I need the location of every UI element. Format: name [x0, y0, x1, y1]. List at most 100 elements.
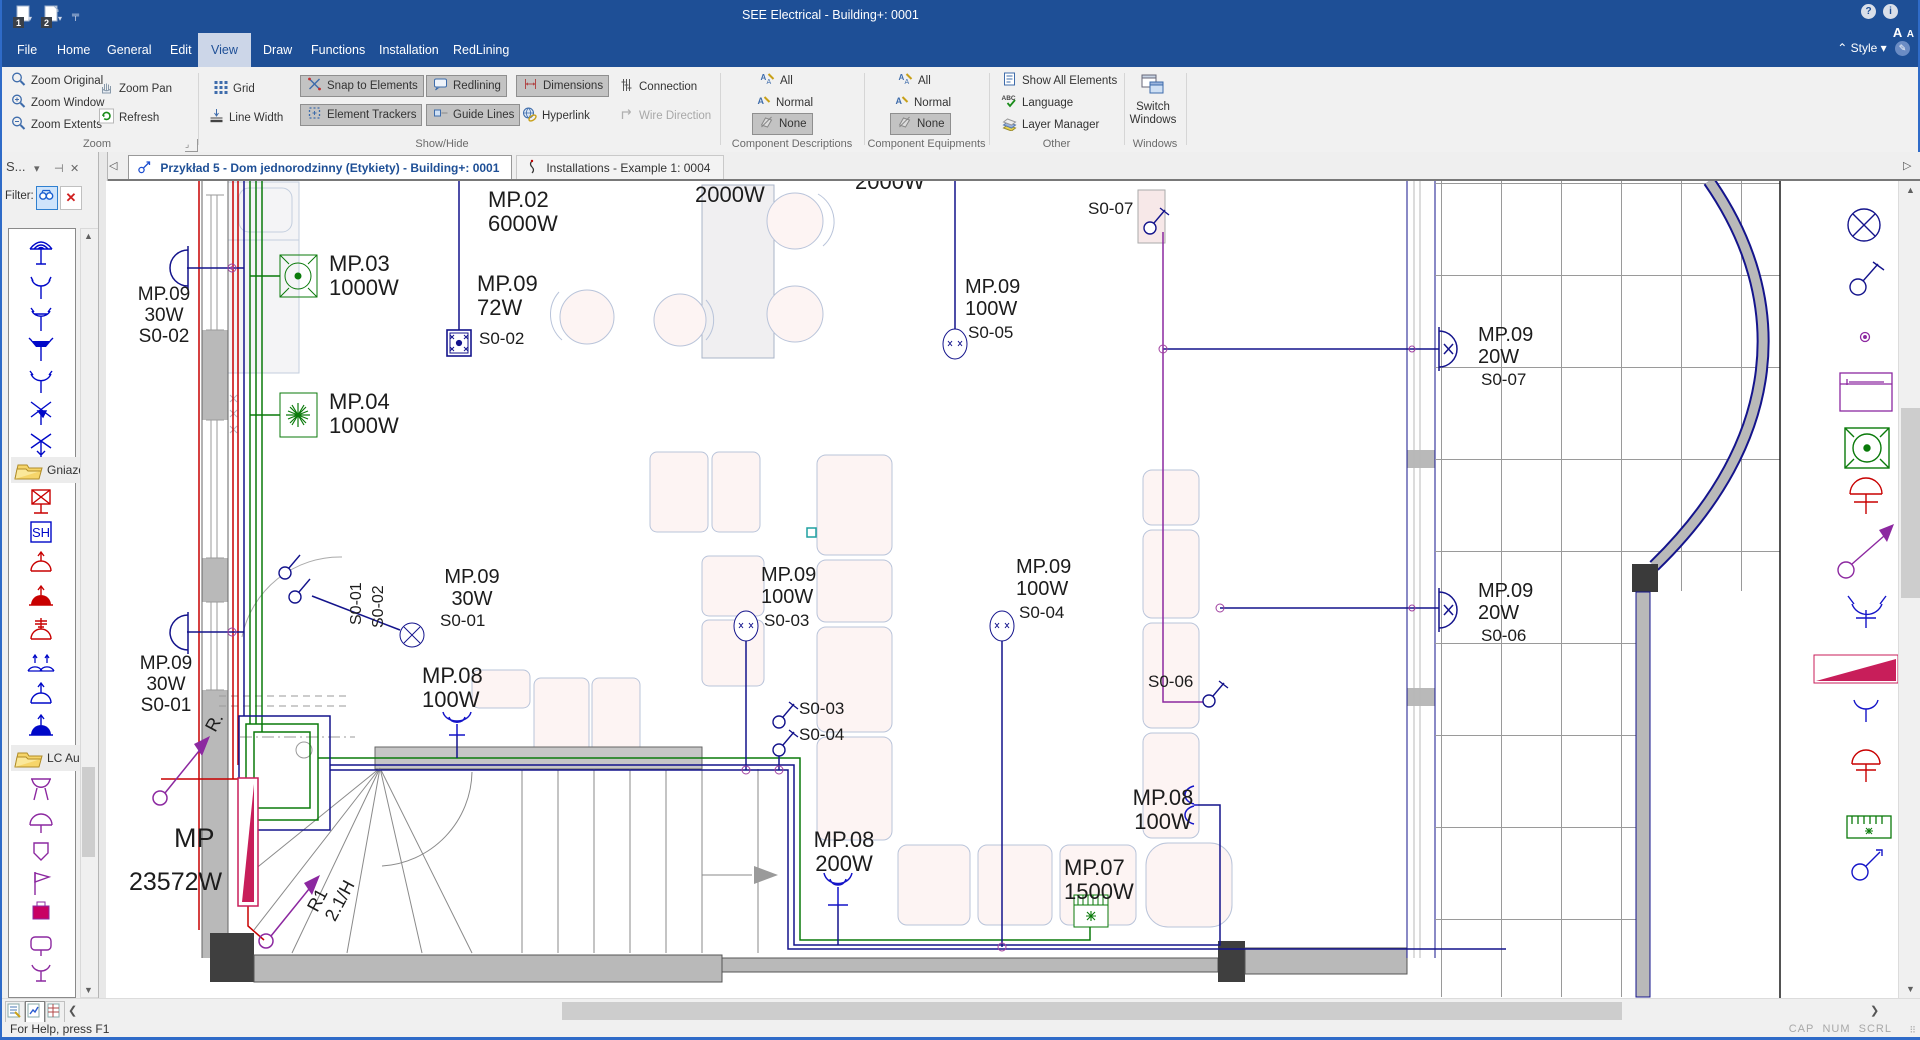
grid-button[interactable]: Grid [212, 79, 255, 99]
view-tab-3[interactable] [45, 1001, 65, 1023]
zoom-extents-button[interactable]: Zoom Extents [10, 115, 102, 135]
ribbon-style-control[interactable]: ⌃ Style ▾ ✎ [1837, 41, 1910, 56]
switch-windows-button[interactable] [1140, 73, 1166, 99]
legend-strip [1814, 209, 1898, 880]
qat-open-caret-icon[interactable]: ▾ [58, 14, 62, 23]
scroll-right-icon[interactable]: ❯ [1870, 1004, 1879, 1017]
drawing-canvas[interactable]: MP.02 6000W2000W2000WMP.03 1000WMP.09 72… [106, 181, 1898, 998]
help-icon[interactable]: ? [1861, 4, 1876, 19]
palette-symbol-socket-blue[interactable] [23, 679, 59, 709]
scroll-down-icon[interactable]: ▼ [1903, 984, 1918, 994]
comp-desc-none-button[interactable]: None [752, 113, 813, 135]
zoom-original-button[interactable]: Zoom Original [10, 71, 103, 91]
palette-symbol-socket-blue-filled[interactable] [23, 711, 59, 741]
font-badge-large[interactable]: A [1893, 25, 1902, 40]
scroll-up-icon[interactable]: ▲ [1903, 185, 1918, 195]
view-tab-2[interactable] [25, 1001, 45, 1023]
palette-symbol-lamp-filled[interactable] [23, 333, 59, 363]
font-size-badges[interactable]: A A [1893, 24, 1914, 42]
zoom-window-label: Zoom Window [31, 97, 105, 109]
list-scroll-down-icon[interactable]: ▼ [81, 985, 96, 995]
switch-windows-label[interactable]: Switch Windows [1122, 101, 1184, 127]
redlining-icon [432, 76, 449, 92]
palette-symbol-socket-double-blue[interactable] [23, 647, 59, 677]
layer-manager-button[interactable]: Layer Manager [1001, 115, 1099, 135]
show-all-elements-button[interactable]: Show All Elements [1001, 71, 1117, 91]
palette-symbol-lamp-u[interactable] [23, 271, 59, 301]
zoom-window-button[interactable]: Zoom Window [10, 93, 105, 113]
wall-lamps-left [170, 246, 188, 654]
panel-close-icon[interactable]: ✕ [70, 162, 79, 175]
panel-pin-icon[interactable]: ⊣ [54, 162, 64, 175]
menu-installation[interactable]: Installation [366, 33, 452, 67]
svg-text:A: A [767, 79, 772, 86]
palette-symbol-lamp-violet[interactable] [23, 959, 59, 989]
info-icon[interactable]: i [1883, 4, 1898, 19]
snap-to-elements-button[interactable]: Snap to Elements [300, 75, 424, 97]
palette-symbol-cup-violet[interactable] [23, 775, 59, 805]
layer-manager-icon [1001, 115, 1018, 131]
horizontal-scroll-thumb[interactable] [562, 1002, 1622, 1020]
guide-lines-button[interactable]: Guide Lines [426, 104, 520, 126]
zoom-pan-button[interactable]: Zoom Pan [98, 79, 172, 99]
filter-clear-button[interactable]: ✕ [60, 186, 82, 210]
scroll-left-icon[interactable]: ❮ [68, 1004, 77, 1017]
comp-equip-all-button[interactable]: AAAll [897, 71, 931, 91]
refresh-button[interactable]: Refresh [98, 108, 159, 128]
menu-draw[interactable]: Draw [250, 33, 305, 67]
menu-view[interactable]: View [198, 33, 251, 67]
doc-tab-installations[interactable]: Installations - Example 1: 0004 [516, 155, 724, 180]
filter-find-button[interactable] [36, 186, 58, 210]
palette-symbol-roundrect-violet[interactable] [23, 929, 59, 959]
resize-grip-icon[interactable]: ⠿ [1909, 1025, 1916, 1036]
panel-dropdown-icon[interactable]: ▾ [34, 162, 40, 175]
language-button[interactable]: ABCLanguage [1001, 93, 1073, 113]
hyperlink-button[interactable]: Hyperlink [521, 106, 590, 126]
palette-symbol-socket-red[interactable] [23, 549, 59, 579]
comp-equip-none-icon [896, 114, 913, 130]
list-scroll-up-icon[interactable]: ▲ [81, 231, 96, 241]
palette-symbol-lamp-x[interactable] [23, 429, 59, 459]
menu-redlining[interactable]: RedLining [440, 33, 522, 67]
palette-symbol-chandelier[interactable] [23, 237, 59, 267]
qat-new-caret-icon[interactable]: ▾ [28, 14, 32, 23]
comp-desc-all-button[interactable]: AAAll [759, 71, 793, 91]
vertical-scrollbar[interactable]: ▲ ▼ [1898, 181, 1920, 998]
list-scroll-thumb[interactable] [82, 767, 95, 857]
palette-symbol-lamp-wide[interactable] [23, 365, 59, 395]
palette-symbol-pennant-violet[interactable] [23, 839, 59, 869]
green-wires [246, 181, 1090, 940]
palette-symbol-socket-cooker[interactable] [23, 615, 59, 645]
palette-symbol-lamp-x-filled[interactable] [23, 397, 59, 427]
layer-manager-label: Layer Manager [1022, 119, 1099, 131]
view-tab-1[interactable] [5, 1001, 25, 1023]
line-width-button[interactable]: Line Width [208, 108, 283, 128]
qat-customize-icon[interactable]: ╤ [72, 10, 79, 21]
dimensions-button[interactable]: Dimensions [516, 75, 609, 97]
doc-tab-building[interactable]: Przykład 5 - Dom jednorodzinny (Etykiety… [128, 155, 512, 180]
comp-equip-none-button[interactable]: None [890, 113, 951, 135]
palette-symbol-dome-violet[interactable] [23, 807, 59, 837]
zoom-original-label: Zoom Original [31, 75, 103, 87]
palette-symbol-lamp-bar[interactable] [23, 303, 59, 333]
menu-general[interactable]: General [94, 33, 164, 67]
symbol-list-scrollbar[interactable]: ▲ ▼ [80, 228, 99, 998]
vertical-scroll-thumb[interactable] [1901, 408, 1920, 598]
element-trackers-button[interactable]: Element Trackers [300, 104, 422, 126]
palette-symbol-sh-box[interactable]: SH [23, 519, 59, 549]
palette-symbol-flag-violet[interactable] [23, 869, 59, 899]
comp-equip-normal-button[interactable]: ANormal [893, 93, 951, 113]
palette-symbol-filled-magenta[interactable] [23, 899, 59, 929]
tab-scroll-left-icon[interactable]: ◁ [109, 159, 117, 172]
connection-button[interactable]: Connection [618, 77, 697, 97]
wire-direction-button[interactable]: Wire Direction [618, 106, 711, 126]
pencil-icon[interactable]: ✎ [1895, 41, 1910, 56]
font-badge-small[interactable]: A [1907, 29, 1914, 40]
comp-desc-normal-button[interactable]: ANormal [755, 93, 813, 113]
horizontal-scrollbar[interactable]: ❮ ❯ [2, 998, 1920, 1023]
palette-symbol-socket-red-filled[interactable] [23, 583, 59, 613]
redlining-button[interactable]: Redlining [426, 75, 507, 97]
tab-scroll-right-icon[interactable]: ▷ [1903, 159, 1911, 172]
zoom-dialog-launcher-icon[interactable]: ⌟ [185, 139, 198, 152]
palette-symbol-box-x-stand[interactable] [23, 487, 59, 517]
